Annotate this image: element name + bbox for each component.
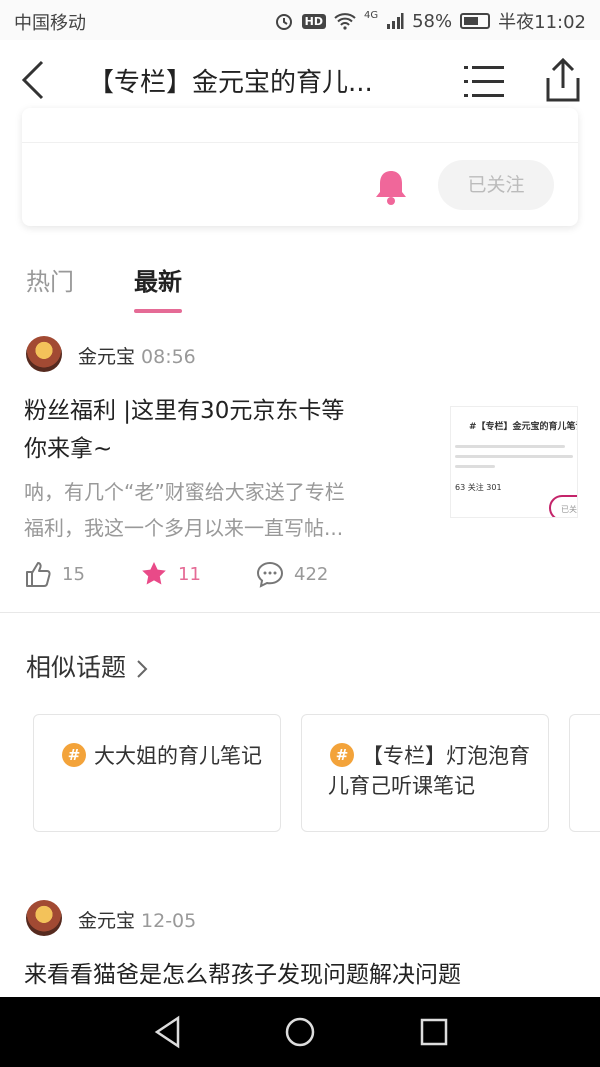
column-card: 已关注 xyxy=(22,108,578,226)
signal-icon xyxy=(387,13,404,29)
network-type: 4G xyxy=(363,9,379,21)
clock: 半夜11:02 xyxy=(498,12,586,33)
thumbnail-follow-button: 已关注 xyxy=(549,495,577,517)
back-triangle-icon[interactable] xyxy=(152,1015,184,1049)
comment-button[interactable]: 422 xyxy=(256,560,328,588)
similar-topic-title: 【专栏】灯泡泡育儿育己听课笔记 xyxy=(328,744,530,798)
similar-topic-title: 大大姐的育儿笔记 xyxy=(94,744,262,768)
carrier-name: 中国移动 xyxy=(14,13,86,34)
list-menu-icon[interactable] xyxy=(462,62,506,102)
star-icon xyxy=(142,562,166,585)
comment-count: 422 xyxy=(294,563,329,585)
tab-latest[interactable]: 最新 xyxy=(134,262,182,313)
share-icon[interactable] xyxy=(540,56,586,104)
tab-hot[interactable]: 热门 xyxy=(26,262,74,297)
similar-topic-card[interactable]: # 【专栏】灯泡泡育儿育己听课笔记 xyxy=(301,714,549,832)
recents-square-icon[interactable] xyxy=(418,1015,450,1049)
page-title: 【专栏】金元宝的育儿... xyxy=(88,68,373,98)
battery-percent: 58% xyxy=(412,10,453,32)
thumbnail-stats: 63 关注 301 xyxy=(455,483,502,492)
favorite-button[interactable]: 11 xyxy=(140,560,201,588)
post-author[interactable]: 金元宝 12-05 xyxy=(78,906,196,933)
favorite-count: 11 xyxy=(178,563,201,585)
card-divider xyxy=(22,142,578,143)
like-count: 15 xyxy=(62,563,85,585)
post-time: 12-05 xyxy=(141,910,197,932)
alarm-icon xyxy=(275,14,292,30)
post-time: 08:56 xyxy=(141,346,196,368)
home-circle-icon[interactable] xyxy=(284,1015,316,1049)
followed-button[interactable]: 已关注 xyxy=(438,160,554,210)
wifi-icon xyxy=(334,13,356,30)
similar-topics-header[interactable]: 相似话题 xyxy=(26,648,150,684)
post-author[interactable]: 金元宝 08:56 xyxy=(78,342,196,369)
post-actions: 15 11 422 xyxy=(24,560,584,594)
bell-icon[interactable] xyxy=(374,168,408,206)
back-icon[interactable] xyxy=(16,56,56,104)
post-title[interactable]: 来看看猫爸是怎么帮孩子发现问题解决问题 xyxy=(24,956,461,994)
section-divider xyxy=(0,612,600,613)
avatar[interactable] xyxy=(26,336,62,372)
post-snippet: 呐，有几个“老”财蜜给大家送了专栏 福利，我这一个多月以来一直写帖... xyxy=(24,480,345,540)
thumbnail-title: #【专栏】金元宝的育儿笔记 xyxy=(469,422,578,432)
post-title[interactable]: 粉丝福利 |这里有30元京东卡等 你来拿~ xyxy=(24,392,344,468)
status-icons: HD 4G 58% 半夜11:02 xyxy=(274,8,586,34)
tab-bar: 热门 最新 xyxy=(0,250,600,313)
like-button[interactable]: 15 xyxy=(24,560,85,588)
status-bar: 中国移动 HD 4G 58% 半夜11:02 xyxy=(0,0,600,40)
battery-icon xyxy=(460,13,491,29)
thumbnail-text-line xyxy=(455,445,565,448)
system-nav-bar xyxy=(0,997,600,1067)
thumbnail-text-line xyxy=(455,455,573,458)
avatar[interactable] xyxy=(26,900,62,936)
similar-topic-card[interactable]: # 大大姐的育儿笔记 xyxy=(33,714,281,832)
thumbs-up-icon xyxy=(26,562,51,587)
post-thumbnail[interactable]: #【专栏】金元宝的育儿笔记 63 关注 301 已关注 xyxy=(450,406,578,518)
similar-topic-card-partial[interactable] xyxy=(569,714,600,832)
hd-badge: HD xyxy=(301,13,326,29)
comment-icon xyxy=(256,561,284,588)
thumbnail-text-line xyxy=(455,465,495,468)
chevron-right-icon xyxy=(137,660,148,678)
